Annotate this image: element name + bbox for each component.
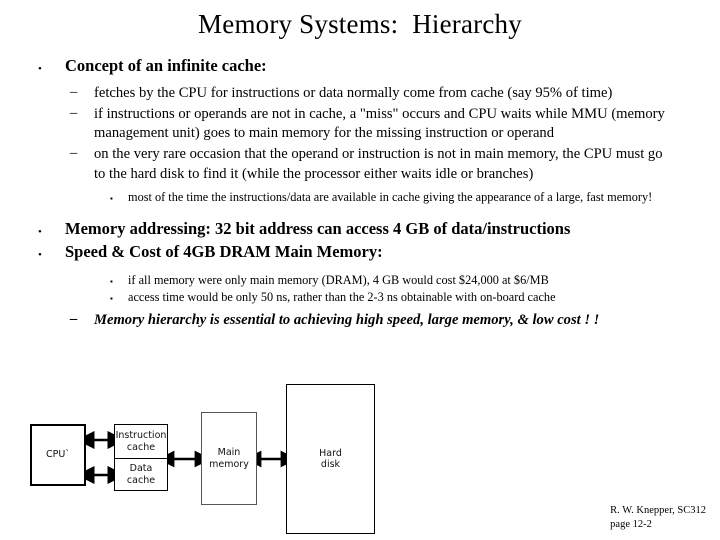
bullet-memory-addressing: • Memory addressing: 32 bit address can … [0, 219, 720, 240]
bullet-content: • Concept of an infinite cache: – fetche… [0, 56, 720, 332]
diagram-box-hard-disk: Hard disk [286, 384, 375, 534]
diagram-box-main-memory-label: Main memory [209, 447, 249, 470]
bullet-dot-icon: • [38, 225, 42, 238]
bullet-access-time: ▪ access time would be only 50 ns, rathe… [0, 290, 720, 306]
bullet-concept-infinite-cache-text: Concept of an infinite cache: [65, 56, 708, 77]
bullet-cache-miss: – if instructions or operands are not in… [0, 105, 720, 144]
bullet-concept-infinite-cache: • Concept of an infinite cache: [0, 56, 720, 77]
bullet-square-icon: ▪ [110, 294, 113, 304]
bullet-dash-icon: – [70, 83, 78, 100]
bullet-fetches-by-cpu-text: fetches by the CPU for instructions or d… [94, 84, 613, 101]
bullet-cache-miss-text: if instructions or operands are not in c… [94, 105, 665, 142]
bullet-text-emphasis: infinite cache [167, 56, 262, 75]
bullet-speed-and-cost: • Speed & Cost of 4GB DRAM Main Memory: [0, 242, 720, 263]
bullet-text-prefix: Concept of an [65, 56, 168, 75]
footer-author: R. W. Knepper, SC312 [610, 504, 706, 516]
bullet-dash-icon: – [70, 311, 78, 328]
bullet-dram-cost-text: if all memory were only main memory (DRA… [128, 273, 549, 288]
bullet-memory-hierarchy-conclusion-text: Memory hierarchy is essential to achievi… [94, 312, 600, 329]
diagram-box-cpu: CPU` [30, 424, 86, 486]
bullet-dash-icon: – [70, 145, 78, 162]
bullet-square-icon: ▪ [110, 277, 113, 287]
bullet-access-time-text: access time would be only 50 ns, rather … [128, 290, 556, 305]
bullet-memory-addressing-text: Memory addressing: 32 bit address can ac… [65, 218, 571, 238]
footer: R. W. Knepper, SC312 page 12-2 [610, 504, 706, 532]
bullet-dot-icon: • [38, 63, 42, 75]
diagram-box-hard-disk-label: Hard disk [319, 447, 342, 470]
page-title: Memory Systems: Hierarchy [198, 9, 522, 39]
bullet-hard-disk-access: – on the very rare occasion that the ope… [0, 145, 720, 184]
diagram-box-data-cache-label: Data cache [126, 463, 156, 486]
bullet-cache-appearance: ▪ most of the time the instructions/data… [0, 190, 720, 206]
diagram-box-cpu-label: CPU` [45, 449, 71, 461]
diagram-box-instruction-cache: Instruction cache [114, 424, 168, 459]
bullet-hard-disk-access-text: on the very rare occasion that the opera… [94, 146, 663, 182]
bullet-fetches-by-cpu: – fetches by the CPU for instructions or… [0, 84, 720, 103]
bullet-speed-and-cost-text: Speed & Cost of 4GB DRAM Main Memory: [65, 242, 383, 262]
bullet-dash-icon: – [70, 104, 78, 121]
diagram-box-main-memory: Main memory [201, 412, 257, 505]
diagram-box-data-cache: Data cache [114, 458, 168, 491]
memory-hierarchy-diagram: CPU` Instruction cache Data cache Main m… [0, 352, 430, 540]
bullet-square-icon: ▪ [110, 193, 113, 203]
footer-page-number: page 12-2 [610, 518, 652, 530]
slide-canvas: Memory Systems: Hierarchy • Concept of a… [0, 0, 720, 540]
diagram-box-instruction-cache-label: Instruction cache [115, 430, 167, 453]
bullet-cache-appearance-text: most of the time the instructions/data a… [128, 189, 653, 204]
bullet-dot-icon: • [38, 249, 42, 262]
bullet-dram-cost: ▪ if all memory were only main memory (D… [0, 273, 720, 289]
bullet-memory-hierarchy-conclusion: – Memory hierarchy is essential to achie… [0, 311, 720, 330]
bullet-text-suffix: : [261, 56, 267, 75]
